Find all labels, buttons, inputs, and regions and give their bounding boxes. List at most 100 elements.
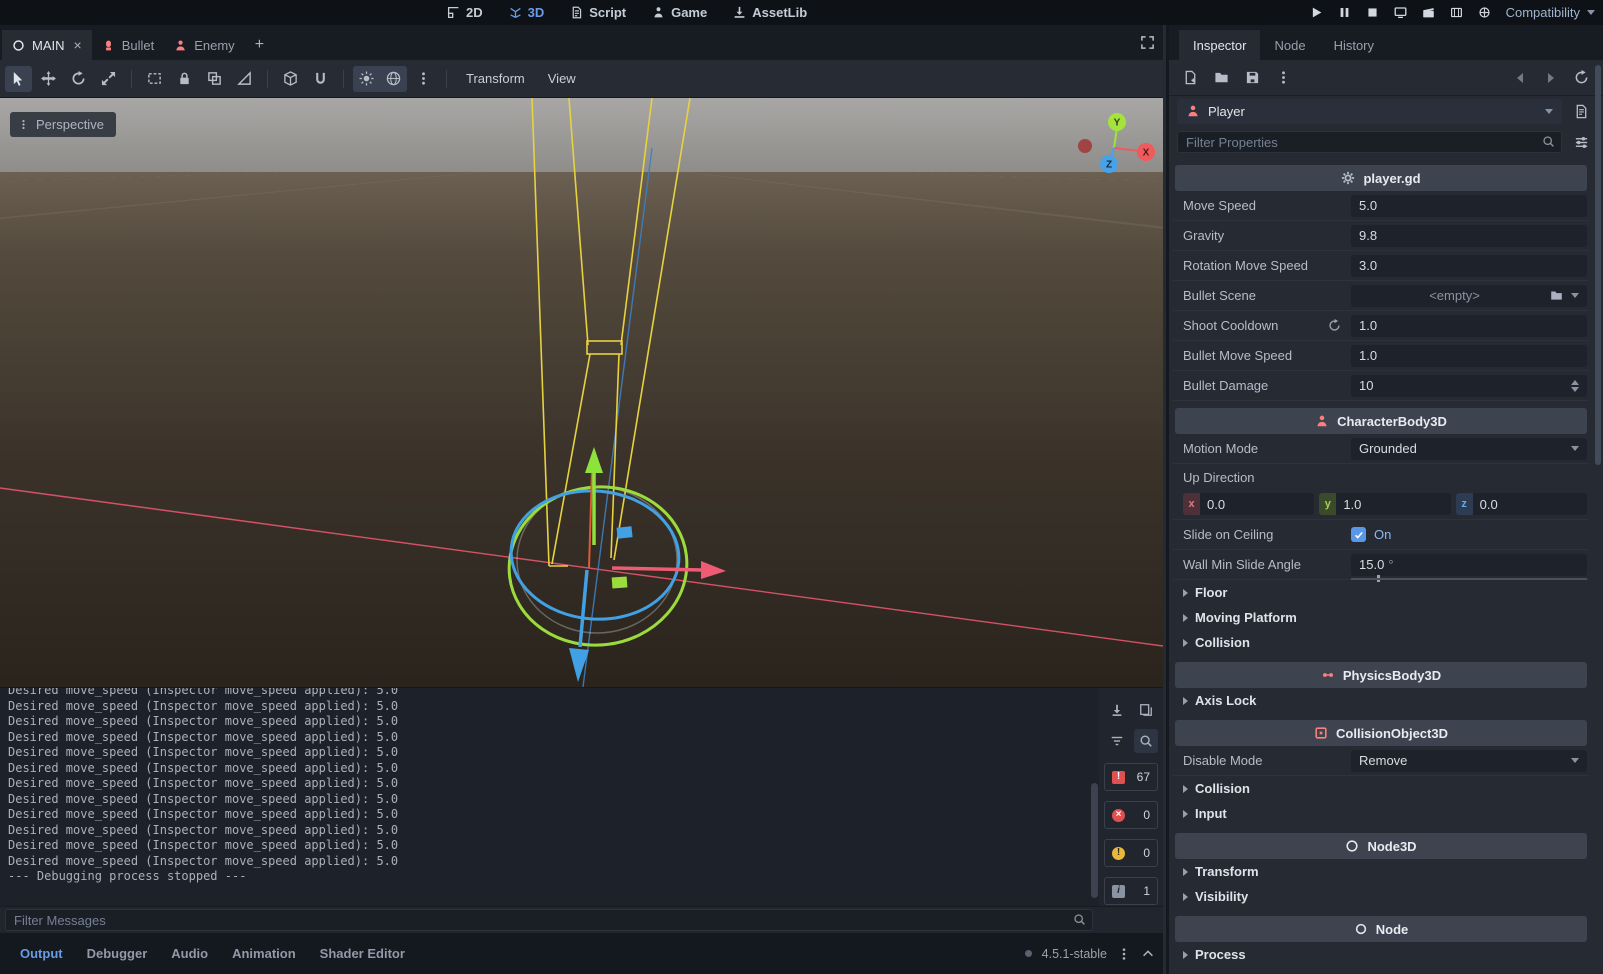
motion-mode-dropdown[interactable]: Grounded <box>1351 438 1587 460</box>
category-physics-body-3d[interactable]: PhysicsBody3D <box>1175 662 1587 688</box>
message-count-toggle[interactable]: i 1 <box>1104 877 1158 905</box>
rotation-move-speed-field[interactable]: 3.0 <box>1351 255 1587 277</box>
ruler-mode-button[interactable] <box>231 66 258 92</box>
vector-y-field[interactable]: y 1.0 <box>1319 493 1450 515</box>
rotate-tool-button[interactable] <box>65 66 92 92</box>
category-script[interactable]: player.gd <box>1175 165 1587 191</box>
mode-script-button[interactable]: Script <box>570 5 626 20</box>
pause-button[interactable] <box>1338 6 1351 19</box>
save-log-button[interactable] <box>1105 698 1129 722</box>
group-process[interactable]: Process <box>1173 942 1589 967</box>
gizmo-z-arrow[interactable] <box>580 570 587 647</box>
history-back-button[interactable] <box>1506 65 1533 91</box>
group-input[interactable]: Input <box>1173 801 1589 826</box>
shoot-cooldown-field[interactable]: 1.0 <box>1351 315 1587 337</box>
scale-tool-button[interactable] <box>95 66 122 92</box>
tab-inspector[interactable]: Inspector <box>1179 30 1260 60</box>
group-transform[interactable]: Transform <box>1173 859 1589 884</box>
new-resource-button[interactable] <box>1177 65 1204 91</box>
gravity-field[interactable]: 9.8 <box>1351 225 1587 247</box>
filter-properties-input[interactable] <box>1177 131 1562 153</box>
plane-handle-blue[interactable] <box>617 526 633 539</box>
plane-handle-green[interactable] <box>612 576 628 588</box>
mode-game-button[interactable]: Game <box>652 5 707 20</box>
close-icon[interactable]: × <box>74 37 82 53</box>
vector-z-field[interactable]: z 0.0 <box>1456 493 1587 515</box>
bullet-damage-field[interactable]: 10 <box>1351 375 1587 397</box>
run-instances-button[interactable] <box>1478 6 1491 19</box>
movie-writer-button[interactable] <box>1450 6 1463 19</box>
bottom-tab-output[interactable]: Output <box>8 946 75 961</box>
bullet-scene-field[interactable]: <empty> <box>1351 285 1587 307</box>
search-log-button[interactable] <box>1134 729 1158 753</box>
tab-node[interactable]: Node <box>1260 30 1319 60</box>
scene-tab-main[interactable]: MAIN × <box>2 30 92 60</box>
open-docs-button[interactable] <box>1568 98 1595 124</box>
scene-tab-bullet[interactable]: Bullet <box>92 30 165 60</box>
kebab-icon[interactable] <box>1117 947 1131 961</box>
vector-x-field[interactable]: x 0.0 <box>1183 493 1314 515</box>
bottom-tab-debugger[interactable]: Debugger <box>75 946 160 961</box>
wall-min-slide-angle-field[interactable]: 15.0 ° <box>1351 554 1587 576</box>
play-button[interactable] <box>1310 6 1323 19</box>
resource-options-button[interactable] <box>1270 65 1297 91</box>
collapse-duplicates-button[interactable] <box>1105 729 1129 753</box>
view-menu-button[interactable]: View <box>538 66 586 92</box>
console-scrollbar[interactable] <box>1090 688 1099 906</box>
move-speed-field[interactable]: 5.0 <box>1351 195 1587 217</box>
expand-panel-icon[interactable] <box>1141 947 1155 961</box>
axis-orientation-gizmo[interactable]: Y X Z <box>1078 113 1155 173</box>
console-log[interactable]: Desired move_speed (Inspector move_speed… <box>0 688 1090 906</box>
selection-list-button[interactable] <box>141 66 168 92</box>
copy-log-button[interactable] <box>1134 698 1158 722</box>
node-selector-dropdown[interactable]: Player <box>1177 99 1562 124</box>
slider-grabber[interactable] <box>1377 575 1380 582</box>
group-selected-button[interactable] <box>201 66 228 92</box>
bottom-tab-animation[interactable]: Animation <box>220 946 308 961</box>
group-axis-lock[interactable]: Axis Lock <box>1173 688 1589 713</box>
select-tool-button[interactable] <box>5 66 32 92</box>
load-resource-button[interactable] <box>1208 65 1235 91</box>
scene-tab-enemy[interactable]: Enemy <box>164 30 244 60</box>
object-history-button[interactable] <box>1568 65 1595 91</box>
category-node[interactable]: Node <box>1175 916 1587 942</box>
distraction-free-button[interactable] <box>1140 35 1155 53</box>
mode-assetlib-button[interactable]: AssetLib <box>733 5 807 20</box>
group-moving-platform[interactable]: Moving Platform <box>1173 605 1589 630</box>
viewport-3d[interactable]: Y X Z Perspective <box>0 98 1163 687</box>
group-visibility[interactable]: Visibility <box>1173 884 1589 909</box>
add-scene-tab-button[interactable]: + <box>245 30 274 60</box>
bottom-tab-shader-editor[interactable]: Shader Editor <box>308 946 417 961</box>
revert-property-button[interactable] <box>1323 319 1345 332</box>
property-tools-button[interactable] <box>1568 129 1595 155</box>
group-physics-interpolation[interactable]: Physics Interpolation <box>1173 967 1589 974</box>
movie-maker-button[interactable] <box>1422 6 1435 19</box>
group-floor[interactable]: Floor <box>1173 580 1589 605</box>
mesh-options-button[interactable] <box>277 66 304 92</box>
chevron-down-icon[interactable] <box>1571 293 1579 298</box>
category-node3d[interactable]: Node3D <box>1175 833 1587 859</box>
lock-selected-button[interactable] <box>171 66 198 92</box>
group-collision[interactable]: Collision <box>1173 630 1589 655</box>
preview-options-button[interactable] <box>410 66 437 92</box>
category-collision-object-3d[interactable]: CollisionObject3D <box>1175 720 1587 746</box>
preview-sunlight-button[interactable] <box>353 66 380 92</box>
inspector-scrollbar[interactable] <box>1594 61 1602 974</box>
error-count-toggle[interactable]: ! 67 <box>1104 763 1158 791</box>
group-collision-2[interactable]: Collision <box>1173 776 1589 801</box>
transform-menu-button[interactable]: Transform <box>456 66 535 92</box>
renderer-selector[interactable]: Compatibility <box>1506 5 1595 20</box>
remote-debug-button[interactable] <box>1394 6 1407 19</box>
bullet-move-speed-field[interactable]: 1.0 <box>1351 345 1587 367</box>
warning-count-toggle[interactable]: ! 0 <box>1104 839 1158 867</box>
tab-history[interactable]: History <box>1320 30 1388 60</box>
bottom-tab-audio[interactable]: Audio <box>159 946 220 961</box>
disable-mode-dropdown[interactable]: Remove <box>1351 750 1587 772</box>
slide-on-ceiling-checkbox[interactable]: On <box>1351 524 1587 546</box>
stop-button[interactable] <box>1366 6 1379 19</box>
filter-messages-input[interactable] <box>5 909 1093 931</box>
move-tool-button[interactable] <box>35 66 62 92</box>
preview-environment-button[interactable] <box>380 66 407 92</box>
gizmo-x-arrow[interactable] <box>612 568 702 570</box>
category-character-body-3d[interactable]: CharacterBody3D <box>1175 408 1587 434</box>
